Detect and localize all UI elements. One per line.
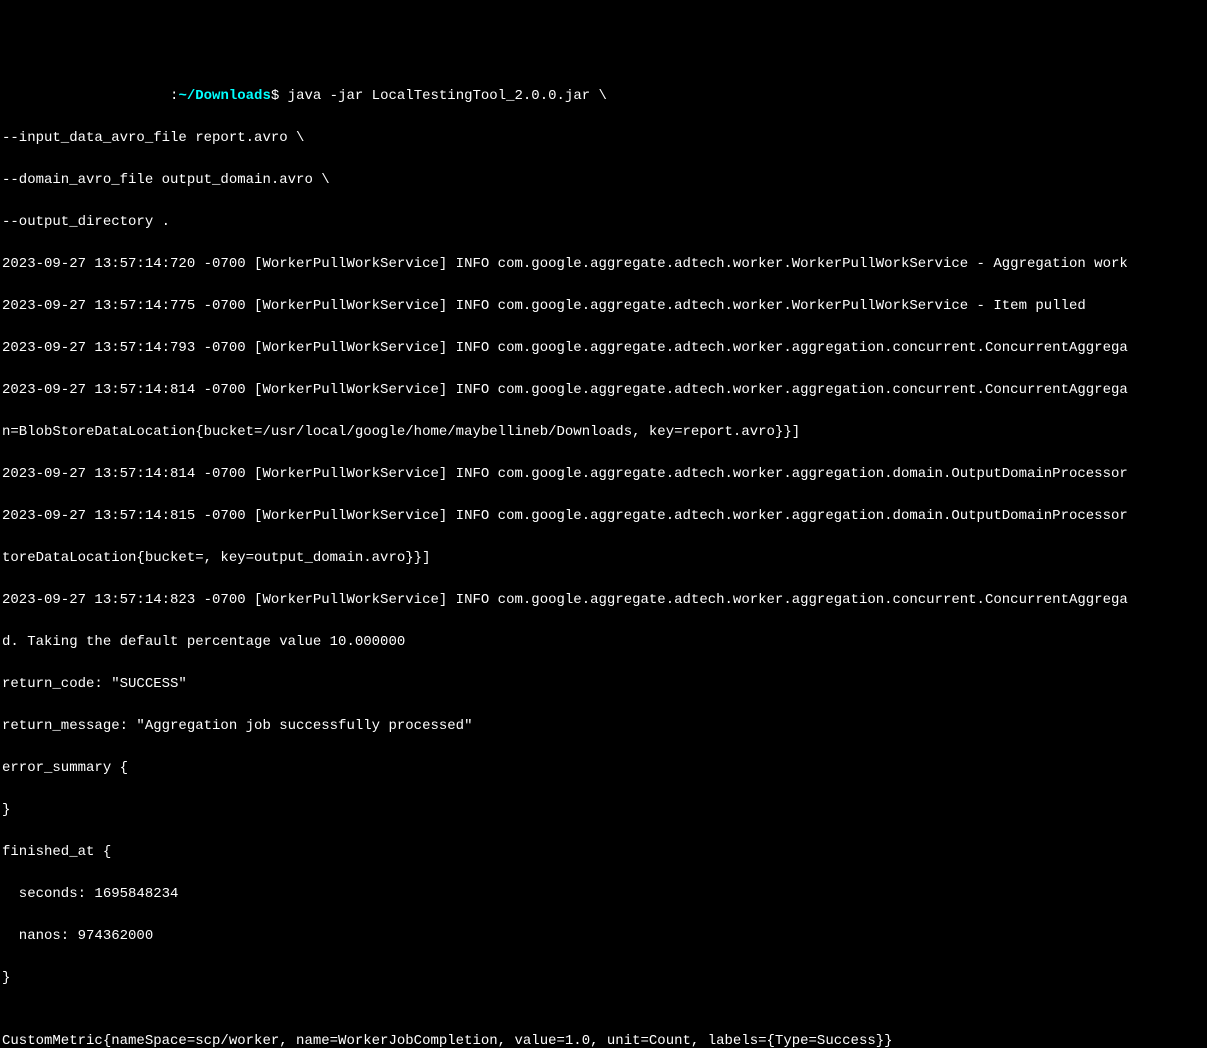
terminal-output-line: return_message: "Aggregation job success… bbox=[2, 716, 1205, 737]
terminal-output-line: } bbox=[2, 800, 1205, 821]
redacted-hostname: ████████████████████ bbox=[2, 86, 170, 107]
terminal-output-line: 2023-09-27 13:57:14:793 -0700 [WorkerPul… bbox=[2, 338, 1205, 359]
terminal-output-line: 2023-09-27 13:57:14:775 -0700 [WorkerPul… bbox=[2, 296, 1205, 317]
terminal-output-line: CustomMetric{nameSpace=scp/worker, name=… bbox=[2, 1031, 1205, 1048]
terminal-output-line: } bbox=[2, 968, 1205, 989]
terminal-output-line: d. Taking the default percentage value 1… bbox=[2, 632, 1205, 653]
terminal-output-line: finished_at { bbox=[2, 842, 1205, 863]
terminal-output-line: error_summary { bbox=[2, 758, 1205, 779]
terminal-output-line: 2023-09-27 13:57:14:814 -0700 [WorkerPul… bbox=[2, 380, 1205, 401]
command-text: java -jar LocalTestingTool_2.0.0.jar \ bbox=[279, 88, 607, 104]
terminal-output-line: nanos: 974362000 bbox=[2, 926, 1205, 947]
terminal-prompt-line[interactable]: ████████████████████:~/Downloads$ java -… bbox=[2, 86, 1205, 107]
prompt-path: ~/Downloads bbox=[178, 88, 270, 104]
prompt-dollar: $ bbox=[271, 88, 279, 104]
terminal-output-line: return_code: "SUCCESS" bbox=[2, 674, 1205, 695]
terminal-output-line: --input_data_avro_file report.avro \ bbox=[2, 128, 1205, 149]
terminal-output-line: 2023-09-27 13:57:14:814 -0700 [WorkerPul… bbox=[2, 464, 1205, 485]
terminal-output-line: --domain_avro_file output_domain.avro \ bbox=[2, 170, 1205, 191]
terminal-output-line: toreDataLocation{bucket=, key=output_dom… bbox=[2, 548, 1205, 569]
terminal-output-line: --output_directory . bbox=[2, 212, 1205, 233]
terminal-output-line: 2023-09-27 13:57:14:823 -0700 [WorkerPul… bbox=[2, 590, 1205, 611]
terminal-output-line: n=BlobStoreDataLocation{bucket=/usr/loca… bbox=[2, 422, 1205, 443]
terminal-output-line: seconds: 1695848234 bbox=[2, 884, 1205, 905]
terminal-output-line: 2023-09-27 13:57:14:720 -0700 [WorkerPul… bbox=[2, 254, 1205, 275]
